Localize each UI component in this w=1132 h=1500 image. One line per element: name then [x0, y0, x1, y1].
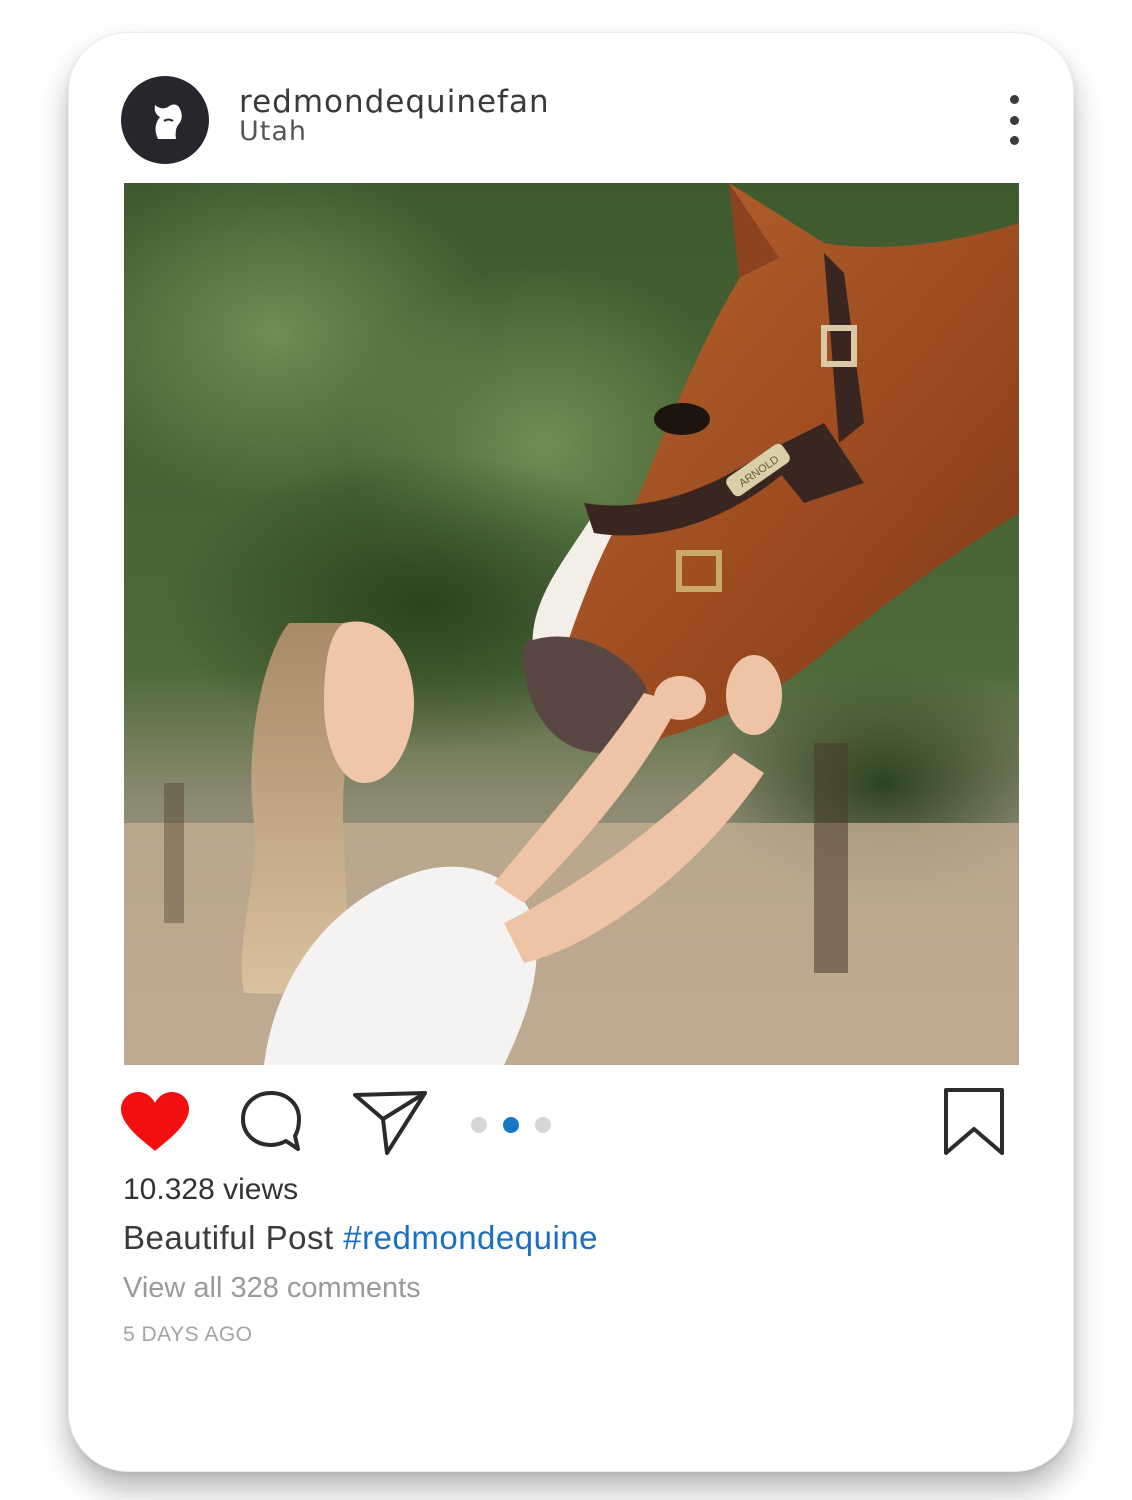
- avatar[interactable]: [121, 76, 209, 164]
- view-comments-link[interactable]: View all 328 comments: [123, 1271, 421, 1305]
- menu-dot: [1009, 115, 1019, 125]
- location-label[interactable]: Utah: [239, 117, 307, 147]
- menu-dot: [1009, 136, 1019, 145]
- post-image[interactable]: ARNOLD: [124, 183, 1019, 1065]
- caption-text: Beautiful Post: [123, 1219, 334, 1256]
- post-photo-illustration: ARNOLD: [124, 183, 1019, 1065]
- horse-head-icon: [154, 104, 182, 139]
- post-caption: Beautiful Post #redmondequine: [123, 1219, 598, 1257]
- comment-icon[interactable]: [239, 1089, 303, 1153]
- username[interactable]: redmondequinefan: [239, 85, 550, 119]
- more-options-icon[interactable]: [999, 95, 1029, 145]
- views-count: 10.328 views: [123, 1173, 299, 1206]
- post-card: redmondequinefan Utah ARNOLD 10.328 view…: [68, 32, 1074, 1472]
- bookmark-icon[interactable]: [943, 1087, 1005, 1157]
- post-timestamp: 5 DAYS AGO: [123, 1323, 253, 1346]
- carousel-dot: [535, 1117, 551, 1133]
- send-icon[interactable]: [351, 1089, 429, 1157]
- carousel-dot-active: [503, 1117, 519, 1133]
- menu-dot: [1009, 95, 1019, 104]
- carousel-dot: [471, 1117, 487, 1133]
- heart-icon[interactable]: [119, 1091, 191, 1153]
- carousel-indicator: [471, 1117, 551, 1133]
- caption-hashtag[interactable]: #redmondequine: [343, 1219, 598, 1256]
